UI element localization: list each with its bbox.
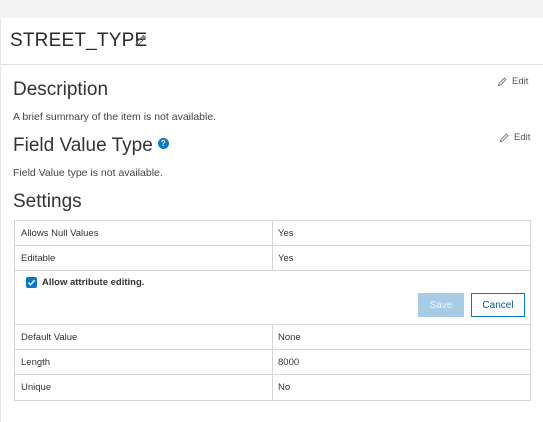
setting-label: Unique xyxy=(15,375,273,400)
setting-label: Allows Null Values xyxy=(15,221,273,245)
allow-editing-checkbox[interactable] xyxy=(26,277,37,288)
checkmark-icon xyxy=(27,279,36,286)
edit-label: Edit xyxy=(512,76,529,87)
title-row: STREET_TYPE xyxy=(1,18,543,65)
pencil-icon xyxy=(497,77,507,87)
field-value-type-label: Field Value Type xyxy=(13,135,153,156)
table-row: Default Value None xyxy=(15,325,530,350)
field-value-type-edit-link[interactable]: Edit xyxy=(499,132,530,143)
edit-label: Edit xyxy=(514,132,531,143)
setting-label: Default Value xyxy=(15,325,273,349)
pencil-icon[interactable] xyxy=(134,33,148,47)
setting-value: None xyxy=(278,331,301,343)
table-row: Length 8000 xyxy=(15,350,530,375)
description-heading: Description xyxy=(13,79,109,100)
page-title: STREET_TYPE xyxy=(10,30,148,51)
field-value-type-text: Field Value type is not available. xyxy=(13,167,163,179)
setting-value: 8000 xyxy=(278,356,300,368)
setting-value: Yes xyxy=(278,252,294,264)
cancel-button[interactable]: Cancel xyxy=(471,293,525,317)
settings-heading: Settings xyxy=(13,191,82,212)
field-value-type-heading: Field Value Type? xyxy=(13,135,169,157)
save-button[interactable]: Save xyxy=(418,293,464,317)
pencil-icon xyxy=(499,133,509,143)
setting-value: Yes xyxy=(278,227,294,239)
table-row: Allows Null Values Yes xyxy=(15,221,530,246)
item-details-panel: STREET_TYPE Description Edit A brief sum… xyxy=(0,18,543,422)
table-row: Unique No xyxy=(15,375,530,400)
setting-label: Length xyxy=(15,350,273,374)
description-text: A brief summary of the item is not avail… xyxy=(13,111,217,123)
table-row: Editable Yes xyxy=(15,246,530,271)
help-icon[interactable]: ? xyxy=(157,138,169,150)
setting-label: Editable xyxy=(15,246,273,270)
top-bar xyxy=(0,0,543,18)
settings-table: Allows Null Values Yes Editable Yes Allo… xyxy=(14,220,531,401)
allow-editing-block: Allow attribute editing. Save Cancel xyxy=(15,271,530,325)
description-edit-link[interactable]: Edit xyxy=(497,76,528,87)
allow-editing-label: Allow attribute editing. xyxy=(42,277,145,288)
setting-value: No xyxy=(278,382,291,393)
